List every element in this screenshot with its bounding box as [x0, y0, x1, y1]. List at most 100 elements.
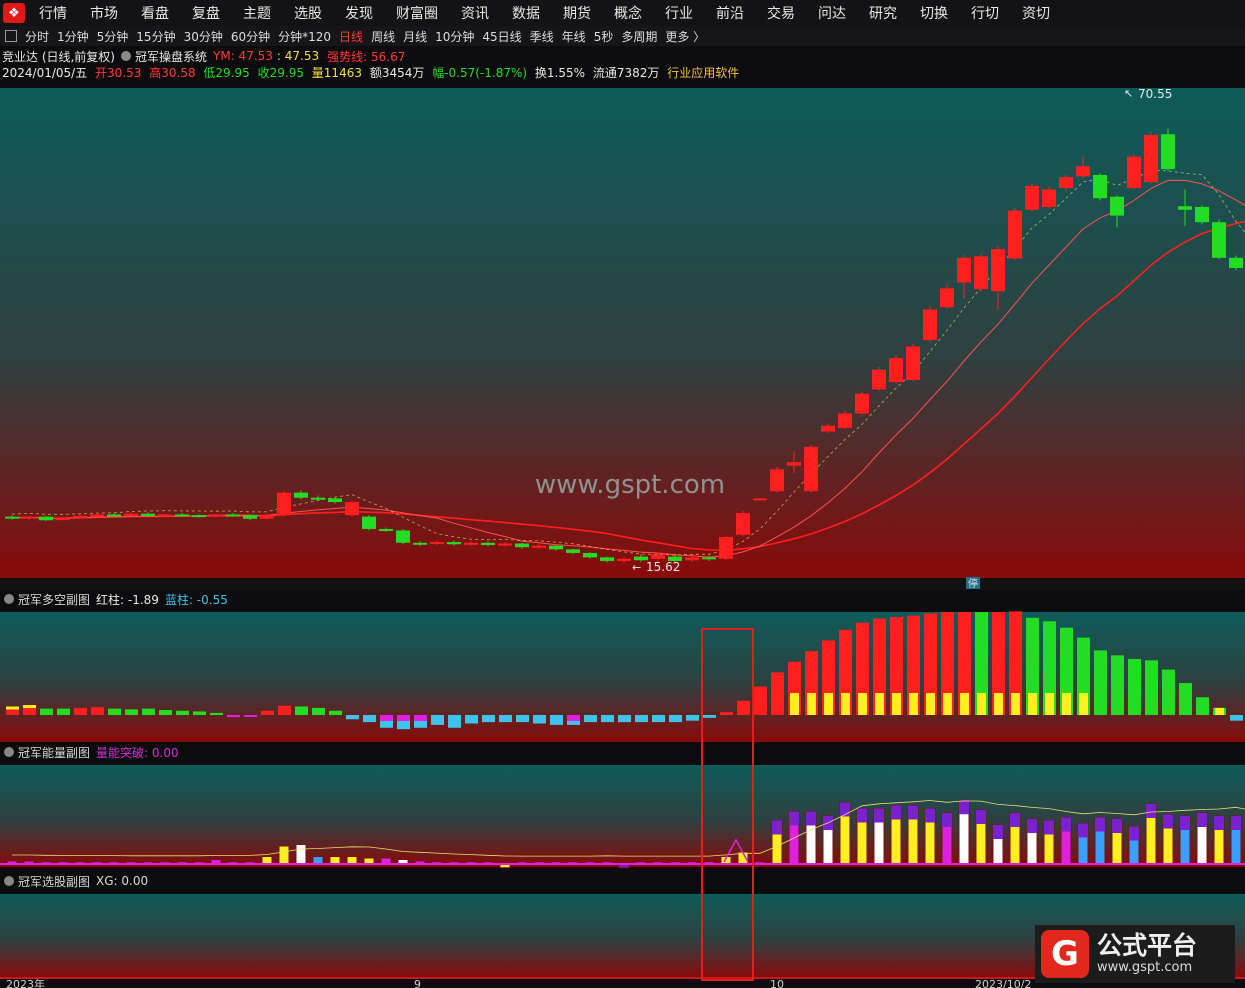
menu-item-18[interactable]: 行切: [971, 3, 999, 23]
candle-body: [991, 249, 1005, 292]
stock-name: 竞业达 (日线,前复权): [2, 49, 115, 64]
menu-item-2[interactable]: 看盘: [141, 3, 169, 23]
candle-body: [175, 514, 189, 517]
sub1-bar-yellow: [858, 693, 867, 715]
sub1-bar-yellow: [841, 693, 850, 715]
candle-body: [430, 542, 444, 545]
period-item-1[interactable]: 1分钟: [57, 28, 89, 45]
menu-item-12[interactable]: 行业: [665, 3, 693, 23]
sub1-bar: [533, 715, 546, 724]
sub2-bar-cap: [1044, 820, 1054, 835]
period-item-0[interactable]: 分时: [25, 28, 49, 45]
kline-chart-area[interactable]: www.gspt.com 70.55 ↖ 15.62 ← 停 2023年 9 1…: [0, 88, 1245, 988]
menu-item-1[interactable]: 市场: [90, 3, 118, 23]
candle-body: [158, 514, 172, 517]
menu-item-16[interactable]: 研究: [869, 3, 897, 23]
sub1-bar: [499, 715, 512, 723]
period-toolbar: 分时 1分钟 5分钟 15分钟 30分钟 60分钟 分钟*120 日线 周线 月线 10分钟 45日线…: [0, 26, 1245, 46]
sub1-bar: [176, 710, 189, 715]
period-item-8[interactable]: 周线: [371, 28, 395, 45]
candle-body: [532, 545, 546, 548]
app-logo-icon[interactable]: ❖: [3, 3, 25, 23]
sub1-bar-yellow: [1215, 707, 1224, 715]
period-item-11[interactable]: 45日线: [482, 28, 521, 45]
brand-name: 公式平台: [1097, 931, 1198, 960]
menu-item-14[interactable]: 交易: [767, 3, 795, 23]
sub2-bar-cap: [1180, 816, 1190, 830]
sub2-bar-cap: [1163, 814, 1173, 829]
menu-item-9[interactable]: 数据: [512, 3, 540, 23]
candle-body: [498, 543, 512, 546]
sub2-bar: [312, 856, 324, 865]
sub1-bar: [210, 712, 223, 715]
sub2-bar-cap: [891, 805, 901, 820]
collapse-icon[interactable]: [121, 51, 131, 61]
menu-item-3[interactable]: 复盘: [192, 3, 220, 23]
sub1-bar: [465, 715, 478, 724]
sub2-collapse-icon[interactable]: [4, 747, 14, 757]
candle-body: [209, 514, 223, 517]
menu-item-10[interactable]: 期货: [563, 3, 591, 23]
sub2-bar-cap: [857, 808, 867, 823]
period-item-2[interactable]: 5分钟: [97, 28, 129, 45]
sub2-bar-cap: [789, 811, 799, 826]
sub3-header: 冠军选股副图 XG: 0.00: [2, 872, 148, 890]
menu-item-8[interactable]: 资讯: [461, 3, 489, 23]
sub2-bar: [278, 845, 290, 865]
menu-item-5[interactable]: 选股: [294, 3, 322, 23]
sub1-collapse-icon[interactable]: [4, 594, 14, 604]
sub1-bar: [1094, 650, 1107, 715]
menu-item-11[interactable]: 概念: [614, 3, 642, 23]
period-item-10[interactable]: 10分钟: [435, 28, 474, 45]
sub1-bar: [669, 715, 682, 723]
menu-item-6[interactable]: 发现: [345, 3, 373, 23]
candle-body: [600, 557, 614, 561]
sub1-bar-yellow: [994, 693, 1003, 715]
candle-body: [1229, 257, 1243, 268]
candle-body: [481, 542, 495, 545]
sub1-bar-yellow: [926, 693, 935, 715]
period-item-6[interactable]: 分钟*120: [278, 28, 331, 45]
sub1-bar-yellow: [1062, 693, 1071, 715]
period-item-13[interactable]: 年线: [562, 28, 586, 45]
panel-toggle-icon[interactable]: [5, 30, 17, 42]
period-item-9[interactable]: 月线: [403, 28, 427, 45]
period-item-7[interactable]: 日线: [339, 28, 363, 45]
sub3-collapse-icon[interactable]: [4, 876, 14, 886]
candle-body: [736, 512, 750, 535]
candle-body: [940, 288, 954, 308]
period-item-15[interactable]: 多周期: [621, 28, 657, 45]
menu-item-15[interactable]: 问达: [818, 3, 846, 23]
candle-body: [379, 528, 393, 531]
menu-item-13[interactable]: 前沿: [716, 3, 744, 23]
menu-item-7[interactable]: 财富圈: [396, 3, 438, 23]
quote-info-line: 2024/01/05/五 开30.53 高30.58 低29.95 收29.95…: [2, 64, 739, 80]
period-item-12[interactable]: 季线: [530, 28, 554, 45]
sub2-bar-cap: [806, 811, 816, 826]
candle-body: [821, 425, 835, 432]
sub1-blue-label: 蓝柱: -0.55: [164, 592, 228, 607]
quote-industry: 行业应用软件: [667, 66, 740, 80]
menu-item-19[interactable]: 资切: [1022, 3, 1050, 23]
sub1-header: 冠军多空副图 红柱: -1.89 蓝柱: -0.55: [2, 590, 228, 608]
period-item-4[interactable]: 30分钟: [184, 28, 223, 45]
candle-body: [260, 515, 274, 519]
main-panel-footer: [0, 578, 1245, 590]
period-item-14[interactable]: 5秒: [594, 28, 614, 45]
period-item-16[interactable]: 更多 〉: [665, 28, 705, 45]
sub1-bar: [278, 705, 291, 715]
high-price-label: 70.55: [1138, 88, 1172, 101]
axis-label-year: 2023年: [6, 977, 45, 988]
candle-body: [1212, 222, 1226, 258]
sub1-red-label: 红柱: -1.89: [96, 592, 159, 607]
menu-item-4[interactable]: 主题: [243, 3, 271, 23]
candle-body: [362, 516, 376, 529]
sub1-bar: [720, 712, 733, 715]
sub2-bar-cap: [1061, 817, 1071, 832]
menu-item-0[interactable]: 行情: [39, 3, 67, 23]
period-item-3[interactable]: 15分钟: [136, 28, 175, 45]
main-panel-bg: [0, 88, 1245, 578]
period-item-5[interactable]: 60分钟: [231, 28, 270, 45]
sub2-bar-cap: [1095, 817, 1105, 832]
menu-item-17[interactable]: 切换: [920, 3, 948, 23]
